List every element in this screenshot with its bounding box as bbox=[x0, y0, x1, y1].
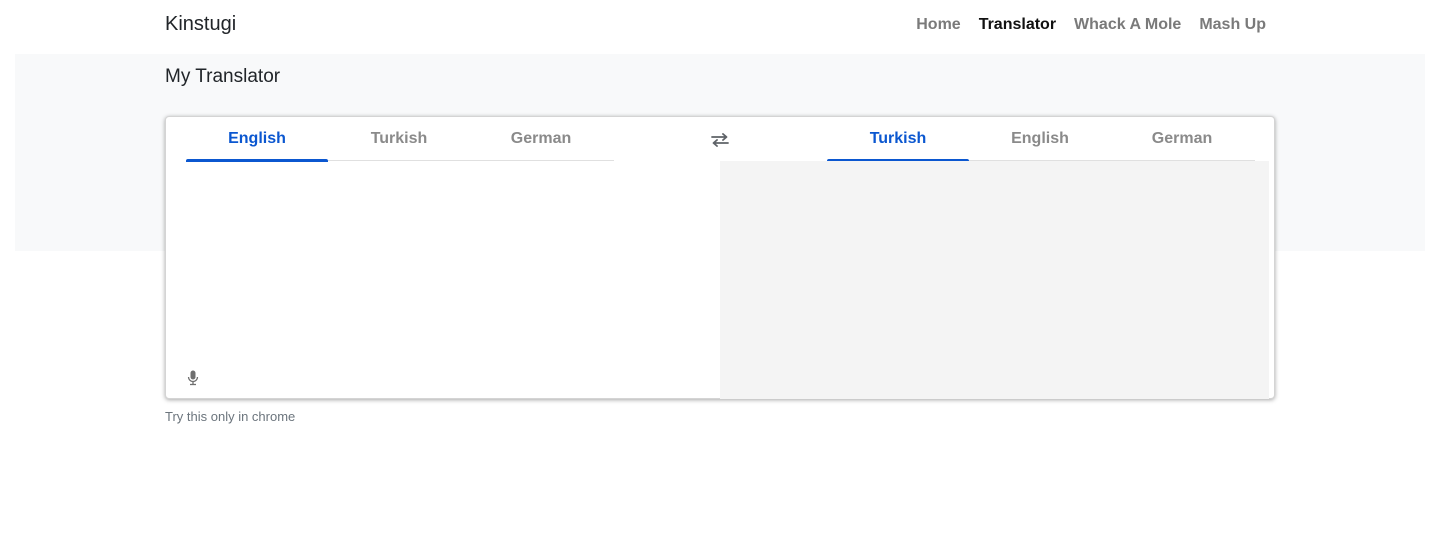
browser-hint-text: Try this only in chrome bbox=[165, 409, 296, 424]
target-tab-english[interactable]: English bbox=[969, 117, 1111, 161]
translator-card: English Turkish German Turkish English G… bbox=[165, 116, 1275, 399]
nav-link-mash-up[interactable]: Mash Up bbox=[1199, 16, 1266, 34]
source-tab-german[interactable]: German bbox=[470, 117, 612, 161]
source-language-tabs: English Turkish German bbox=[186, 117, 614, 162]
nav-link-home[interactable]: Home bbox=[916, 16, 960, 34]
target-tab-german[interactable]: German bbox=[1111, 117, 1253, 161]
microphone-icon bbox=[187, 370, 199, 386]
source-text-input[interactable] bbox=[186, 169, 706, 369]
source-tab-turkish[interactable]: Turkish bbox=[328, 117, 470, 161]
navbar: Kinstugi Home Translator Whack A Mole Ma… bbox=[0, 0, 1440, 54]
microphone-button[interactable] bbox=[186, 369, 200, 387]
brand-link[interactable]: Kinstugi bbox=[165, 13, 236, 36]
nav-link-whack-a-mole[interactable]: Whack A Mole bbox=[1074, 16, 1181, 34]
target-language-tabs: Turkish English German bbox=[827, 117, 1255, 162]
nav-link-translator[interactable]: Translator bbox=[979, 16, 1056, 34]
swap-arrows-icon bbox=[711, 133, 729, 147]
swap-languages-button[interactable] bbox=[709, 129, 731, 151]
target-tab-turkish[interactable]: Turkish bbox=[827, 117, 969, 162]
page-title: My Translator bbox=[165, 66, 281, 87]
nav-links: Home Translator Whack A Mole Mash Up bbox=[916, 16, 1266, 34]
source-tab-english[interactable]: English bbox=[186, 117, 328, 162]
translation-output bbox=[720, 161, 1269, 399]
